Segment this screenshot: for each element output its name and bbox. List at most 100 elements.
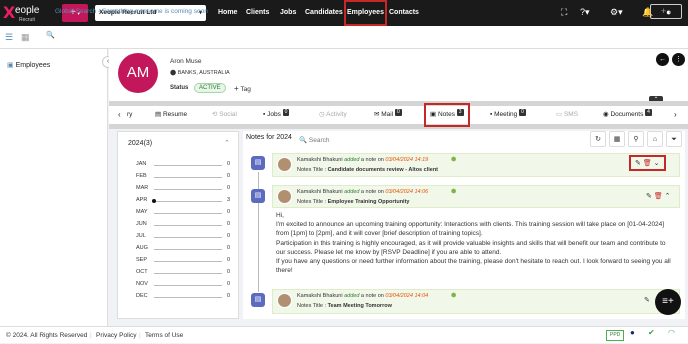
month-count: 3 xyxy=(227,197,231,203)
filter-icon[interactable]: ⏷ xyxy=(666,131,682,147)
month-row[interactable]: APR 3 xyxy=(136,197,232,207)
month-count: 0 xyxy=(227,293,231,299)
tabs-scroll-left-icon[interactable]: ‹ xyxy=(118,106,121,124)
month-bar xyxy=(154,201,222,202)
hierarchy-icon[interactable]: ⌂ xyxy=(647,131,663,147)
tab-documents[interactable]: ◉ Documents 4 xyxy=(603,106,652,124)
delete-icon[interactable]: 🗑 xyxy=(654,193,663,200)
month-count: 0 xyxy=(227,173,231,179)
sms-icon: ▭ xyxy=(556,111,563,118)
month-row[interactable]: NOV 0 xyxy=(136,281,232,291)
month-count: 0 xyxy=(227,281,231,287)
profile-location: ⬤ BANKS, AUSTRALIA xyxy=(170,70,230,76)
logo-mark: X xyxy=(3,3,16,22)
month-bar xyxy=(154,165,222,166)
shield-icon: ⬢ xyxy=(451,189,457,195)
list-view-icon[interactable]: ☰ xyxy=(5,32,13,43)
month-label: APR xyxy=(136,197,148,203)
tab-resume[interactable]: ▤ Resume xyxy=(155,106,187,124)
wifi-icon[interactable]: ◠ xyxy=(668,328,675,337)
delete-icon[interactable]: 🗑 xyxy=(643,160,652,167)
status-label: Status xyxy=(170,85,189,91)
shield-icon: ⬢ xyxy=(451,157,457,163)
month-bar xyxy=(154,213,222,214)
month-row[interactable]: AUG 0 xyxy=(136,245,232,255)
note-meta: Kamakshi Bhakuni added a note on 03/04/2… xyxy=(297,157,429,163)
month-row[interactable]: DEC 0 xyxy=(136,293,232,303)
more-options-icon[interactable]: ⋮ xyxy=(672,53,685,66)
mail-icon: ✉ xyxy=(374,111,380,118)
month-label: FEB xyxy=(136,173,147,179)
tab-summary[interactable]: ry xyxy=(127,106,132,124)
quick-add-button[interactable]: + ▾ xyxy=(650,4,682,19)
month-label: SEP xyxy=(136,257,148,263)
notes-search-input[interactable]: 🔍 Search xyxy=(299,136,330,144)
status-badge[interactable]: ACTIVE xyxy=(194,83,226,93)
month-label: MAY xyxy=(136,209,148,215)
tabs-scroll-right-icon[interactable]: › xyxy=(674,106,677,124)
logo[interactable]: X eople Recruit xyxy=(3,3,51,23)
month-count: 0 xyxy=(227,161,231,167)
tab-meeting[interactable]: ▪ Meeting 0 xyxy=(490,106,526,124)
month-row[interactable]: SEP 0 xyxy=(136,257,232,267)
add-note-fab[interactable]: ≡+ xyxy=(655,289,681,315)
tab-jobs[interactable]: ▪ Jobs 0 xyxy=(263,106,290,124)
check-circle-icon[interactable]: ✔ xyxy=(648,328,655,337)
month-row[interactable]: JAN 0 xyxy=(136,161,232,171)
month-count: 0 xyxy=(227,245,231,251)
terms-link[interactable]: Terms of Use xyxy=(145,327,183,344)
back-icon[interactable]: ← xyxy=(656,53,669,66)
privacy-link[interactable]: Privacy Policy xyxy=(96,327,136,344)
support-icon[interactable]: ● xyxy=(630,328,635,337)
tab-sms[interactable]: ▭ SMS xyxy=(556,106,578,124)
global-search-input[interactable]: Global Search - Something awesome is com… xyxy=(45,5,643,18)
footer: © 2024. All Rights Reserved | Privacy Po… xyxy=(0,326,688,343)
month-count: 0 xyxy=(227,209,231,215)
month-row[interactable]: OCT 0 xyxy=(136,269,232,279)
ppd-badge[interactable]: PPD xyxy=(606,330,625,341)
briefcase-icon: ▪ xyxy=(263,111,266,118)
refresh-icon[interactable]: ↻ xyxy=(590,131,606,147)
month-bar xyxy=(154,177,222,178)
year-toggle[interactable]: 2024(3) xyxy=(128,140,152,147)
copyright: © 2024. All Rights Reserved xyxy=(6,332,88,339)
chevron-down-icon[interactable]: ⌄ xyxy=(654,160,660,167)
profile-name: Aron Muse xyxy=(170,58,202,65)
edit-icon[interactable]: ✎ xyxy=(644,296,650,304)
month-row[interactable]: JUL 0 xyxy=(136,233,232,243)
tab-activity[interactable]: ◷ Activity xyxy=(319,106,347,124)
note-icon: ▤ xyxy=(251,293,265,307)
edit-icon[interactable]: ✎ xyxy=(635,160,641,167)
note-meta: Kamakshi Bhakuni added a note on 03/04/2… xyxy=(297,293,429,299)
tab-mail[interactable]: ✉ Mail 0 xyxy=(374,106,402,124)
calendar-icon[interactable]: ▦ xyxy=(609,131,625,147)
edit-icon[interactable]: ✎ xyxy=(646,193,652,200)
note-actions: ✎ 🗑 ⌃ xyxy=(646,192,671,200)
chevron-up-icon[interactable]: ⌃ xyxy=(224,139,230,147)
note-icon: ▤ xyxy=(251,156,265,170)
note-paragraph: I'm excited to announce an upcoming trai… xyxy=(276,221,665,238)
month-count: 0 xyxy=(227,233,231,239)
month-bar xyxy=(154,237,222,238)
month-count: 0 xyxy=(227,257,231,263)
resume-icon: ▤ xyxy=(155,111,162,118)
month-row[interactable]: MAR 0 xyxy=(136,185,232,195)
tab-notes[interactable]: ▣ Notes 3 xyxy=(424,103,470,127)
person-icon[interactable]: ⚲ xyxy=(628,131,644,147)
month-row[interactable]: JUN 0 xyxy=(136,221,232,231)
author-avatar xyxy=(277,157,292,172)
month-label: AUG xyxy=(136,245,148,251)
month-row[interactable]: MAY 0 xyxy=(136,209,232,219)
month-bar xyxy=(154,285,222,286)
meeting-icon: ▪ xyxy=(490,111,493,118)
chevron-up-icon[interactable]: ⌃ xyxy=(665,193,671,200)
sidebar-item-employees[interactable]: ▣ Employees xyxy=(7,61,50,69)
month-label: NOV xyxy=(136,281,148,287)
tab-social[interactable]: ⟲ Social xyxy=(212,106,237,124)
sidebar: ▣ Employees xyxy=(0,49,108,326)
month-row[interactable]: FEB 0 xyxy=(136,173,232,183)
grid-view-icon[interactable]: ▦ xyxy=(21,32,30,43)
add-tag-button[interactable]: + Tag xyxy=(234,84,251,93)
note-paragraph: Participation in this training is highly… xyxy=(276,239,666,256)
note-title: Notes Title : Team Meeting Tomorrow xyxy=(297,303,392,309)
